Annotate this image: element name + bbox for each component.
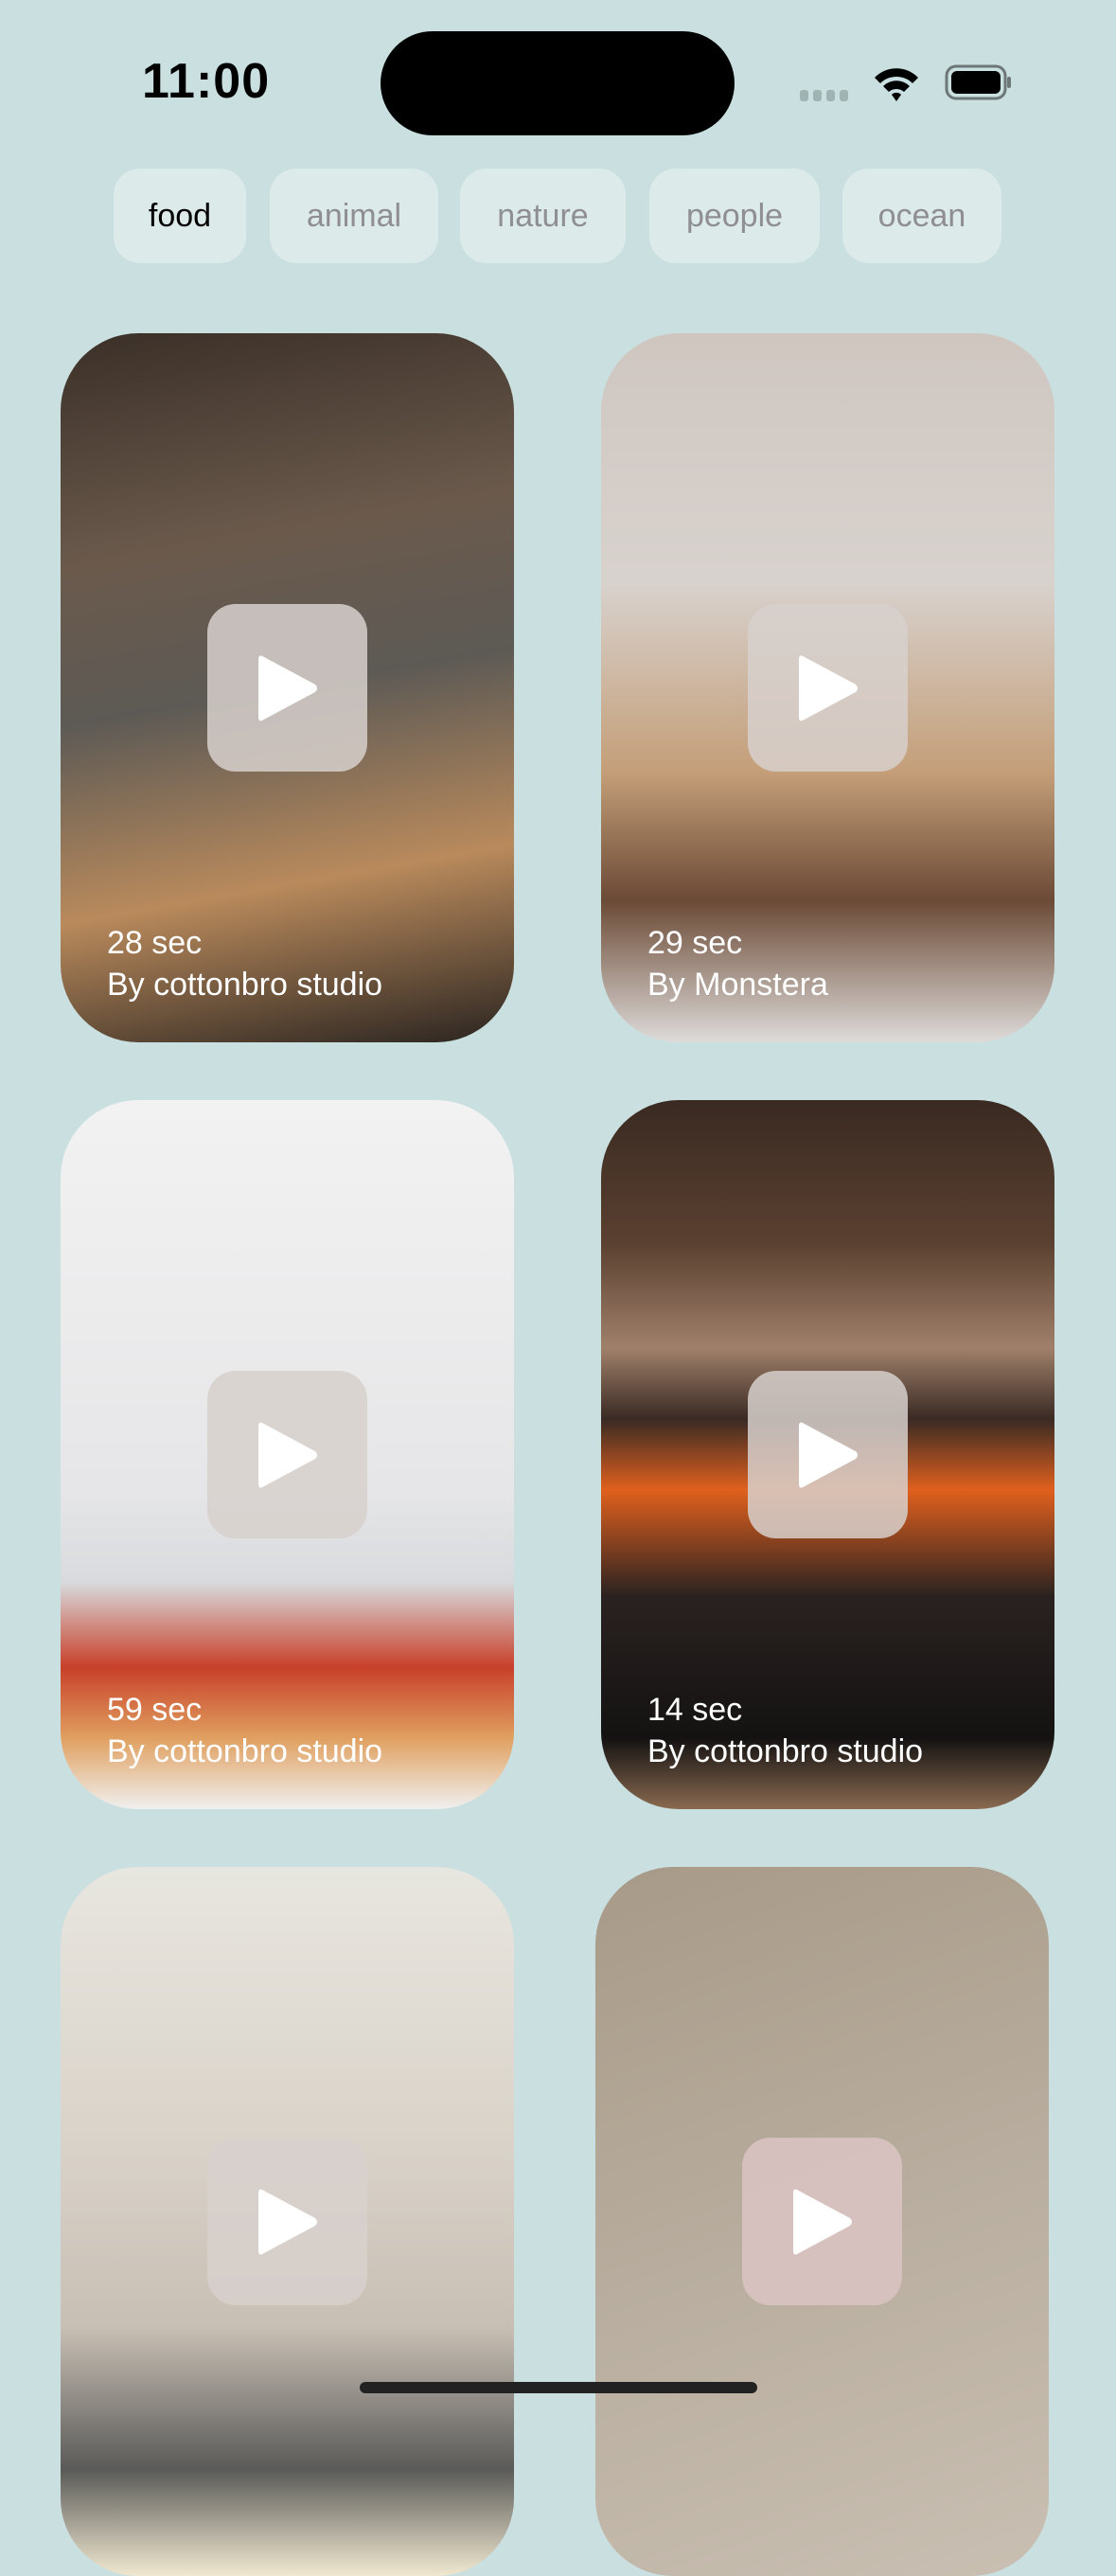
video-duration: 28 sec (107, 925, 203, 961)
video-card[interactable] (61, 1867, 514, 2576)
video-card[interactable] (595, 1867, 1049, 2576)
wifi-icon (875, 68, 918, 101)
category-chip-animal[interactable]: animal (270, 169, 438, 263)
play-icon (257, 655, 317, 720)
play-icon (798, 1422, 858, 1487)
play-icon (792, 2189, 852, 2254)
play-icon (257, 2189, 317, 2254)
status-time: 11:00 (142, 54, 271, 109)
video-author: By cottonbro studio (107, 1733, 383, 1769)
play-button[interactable] (207, 2138, 367, 2305)
play-button[interactable] (742, 2138, 902, 2305)
video-duration: 29 sec (647, 925, 743, 961)
category-filter-bar: food animal nature people ocean (0, 169, 1116, 263)
play-button[interactable] (207, 604, 367, 772)
video-card[interactable]: 29 sec By Monstera (601, 333, 1054, 1042)
category-chip-ocean[interactable]: ocean (842, 169, 1001, 263)
battery-icon (945, 64, 1011, 100)
play-button[interactable] (207, 1371, 367, 1538)
play-icon (798, 655, 858, 720)
play-icon (257, 1422, 317, 1487)
video-author: By Monstera (647, 967, 828, 1003)
video-author: By cottonbro studio (647, 1733, 924, 1769)
video-card[interactable]: 14 sec By cottonbro studio (601, 1100, 1054, 1809)
category-chip-nature[interactable]: nature (460, 169, 626, 263)
video-duration: 59 sec (107, 1692, 203, 1728)
home-indicator[interactable] (360, 2382, 757, 2393)
video-duration: 14 sec (647, 1692, 743, 1728)
play-button[interactable] (748, 604, 908, 772)
video-card[interactable]: 28 sec By cottonbro studio (61, 333, 514, 1042)
play-button[interactable] (748, 1371, 908, 1538)
video-author: By cottonbro studio (107, 967, 383, 1003)
category-chip-food[interactable]: food (114, 169, 246, 263)
category-chip-people[interactable]: people (649, 169, 820, 263)
dynamic-island (381, 31, 735, 135)
cellular-signal-icon (800, 90, 848, 101)
video-card[interactable]: 59 sec By cottonbro studio (61, 1100, 514, 1809)
